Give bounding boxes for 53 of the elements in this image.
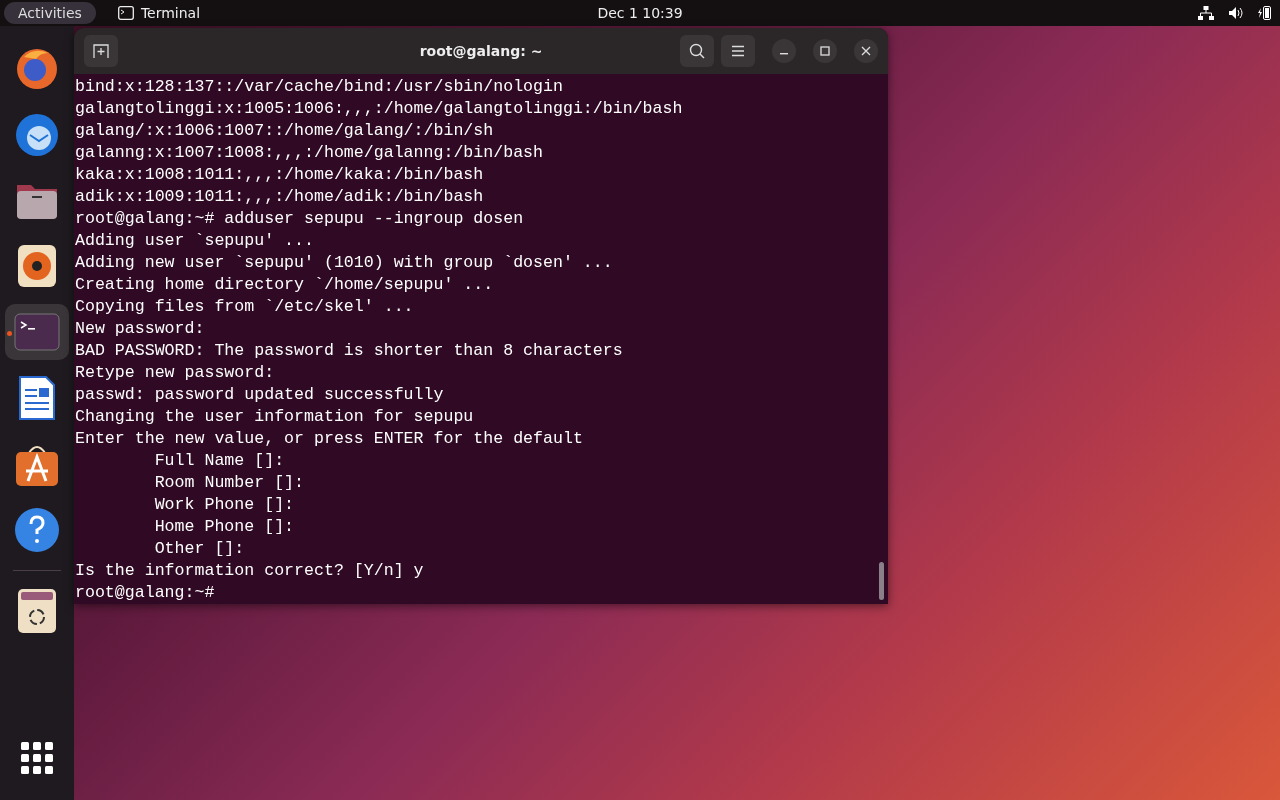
terminal-line: root@galang:~# (75, 582, 216, 604)
trash-icon (17, 588, 57, 634)
menu-button[interactable] (721, 35, 755, 67)
clock[interactable]: Dec 1 10:39 (597, 5, 683, 21)
volume-icon[interactable] (1228, 6, 1244, 20)
terminal-line: Creating home directory `/home/sepupu' ... (75, 274, 495, 296)
network-icon[interactable] (1198, 6, 1214, 20)
minimize-button[interactable] (772, 39, 796, 63)
terminal-line: Other []: (153, 538, 246, 560)
terminal-line: kaka:x:1008:1011:,,,:/home/kaka:/bin/bash (75, 164, 485, 186)
search-icon (689, 43, 705, 59)
scrollbar[interactable] (879, 562, 884, 600)
app-name: Terminal (140, 5, 201, 21)
terminal-line: adik:x:1009:1011:,,,:/home/adik:/bin/bash (75, 186, 485, 208)
terminal-line: Work Phone []: (153, 494, 296, 516)
window-title: root@galang: ~ (419, 43, 543, 59)
speaker-icon (17, 244, 57, 288)
app-grid-icon[interactable] (21, 742, 53, 774)
maximize-icon (820, 46, 830, 56)
battery-charging-icon[interactable] (1258, 5, 1272, 21)
terminal-line: Adding user `sepupu' ... (75, 230, 315, 252)
maximize-button[interactable] (813, 39, 837, 63)
search-button[interactable] (680, 35, 714, 67)
activities-button[interactable]: Activities (4, 2, 96, 24)
terminal-line: Retype new password: (75, 362, 276, 384)
terminal-line: galangtolinggi:x:1005:1006:,,,:/home/galangtolinggi:/bin/bash (75, 98, 684, 120)
new-tab-button[interactable] (84, 35, 118, 67)
close-button[interactable] (854, 39, 878, 63)
terminal-line: BAD PASSWORD: The password is shorter than 8 characters (75, 340, 624, 362)
terminal-line: Room Number []: (153, 472, 306, 494)
close-icon (861, 46, 871, 56)
app-menu[interactable]: Terminal (117, 5, 201, 21)
terminal-line: passwd: password updated successfully (75, 384, 445, 406)
terminal-icon (117, 6, 134, 20)
terminal-line: galang/:x:1006:1007::/home/galang/:/bin/sh (75, 120, 495, 142)
terminal-line: Home Phone []: (153, 516, 296, 538)
help-icon (14, 507, 60, 553)
menu-icon (731, 45, 745, 57)
terminal-line: galanng:x:1007:1008:,,,:/home/galanng:/bin/bash (75, 142, 545, 164)
terminal-line: Adding new user `sepupu' (1010) with group `dosen' ... (75, 252, 614, 274)
terminal-line: Enter the new value, or press ENTER for the default (75, 428, 584, 450)
terminal-line: New password: (75, 318, 206, 340)
terminal-line: bind:x:128:137::/var/cache/bind:/usr/sbin/nologin (75, 76, 564, 98)
new-tab-icon (93, 44, 109, 58)
terminal-icon (14, 313, 60, 351)
document-icon (18, 375, 56, 421)
running-indicator (7, 331, 12, 336)
terminal-line: Full Name []: (153, 450, 286, 472)
terminal-line: Is the information correct? [Y/n] y (75, 560, 425, 582)
minimize-icon (780, 53, 788, 55)
terminal-line: Copying files from `/etc/skel' ... (75, 296, 415, 318)
terminal-line: root@galang:~# adduser sepupu --ingroup dosen (75, 208, 525, 230)
terminal-line: Changing the user information for sepupu (75, 406, 475, 428)
